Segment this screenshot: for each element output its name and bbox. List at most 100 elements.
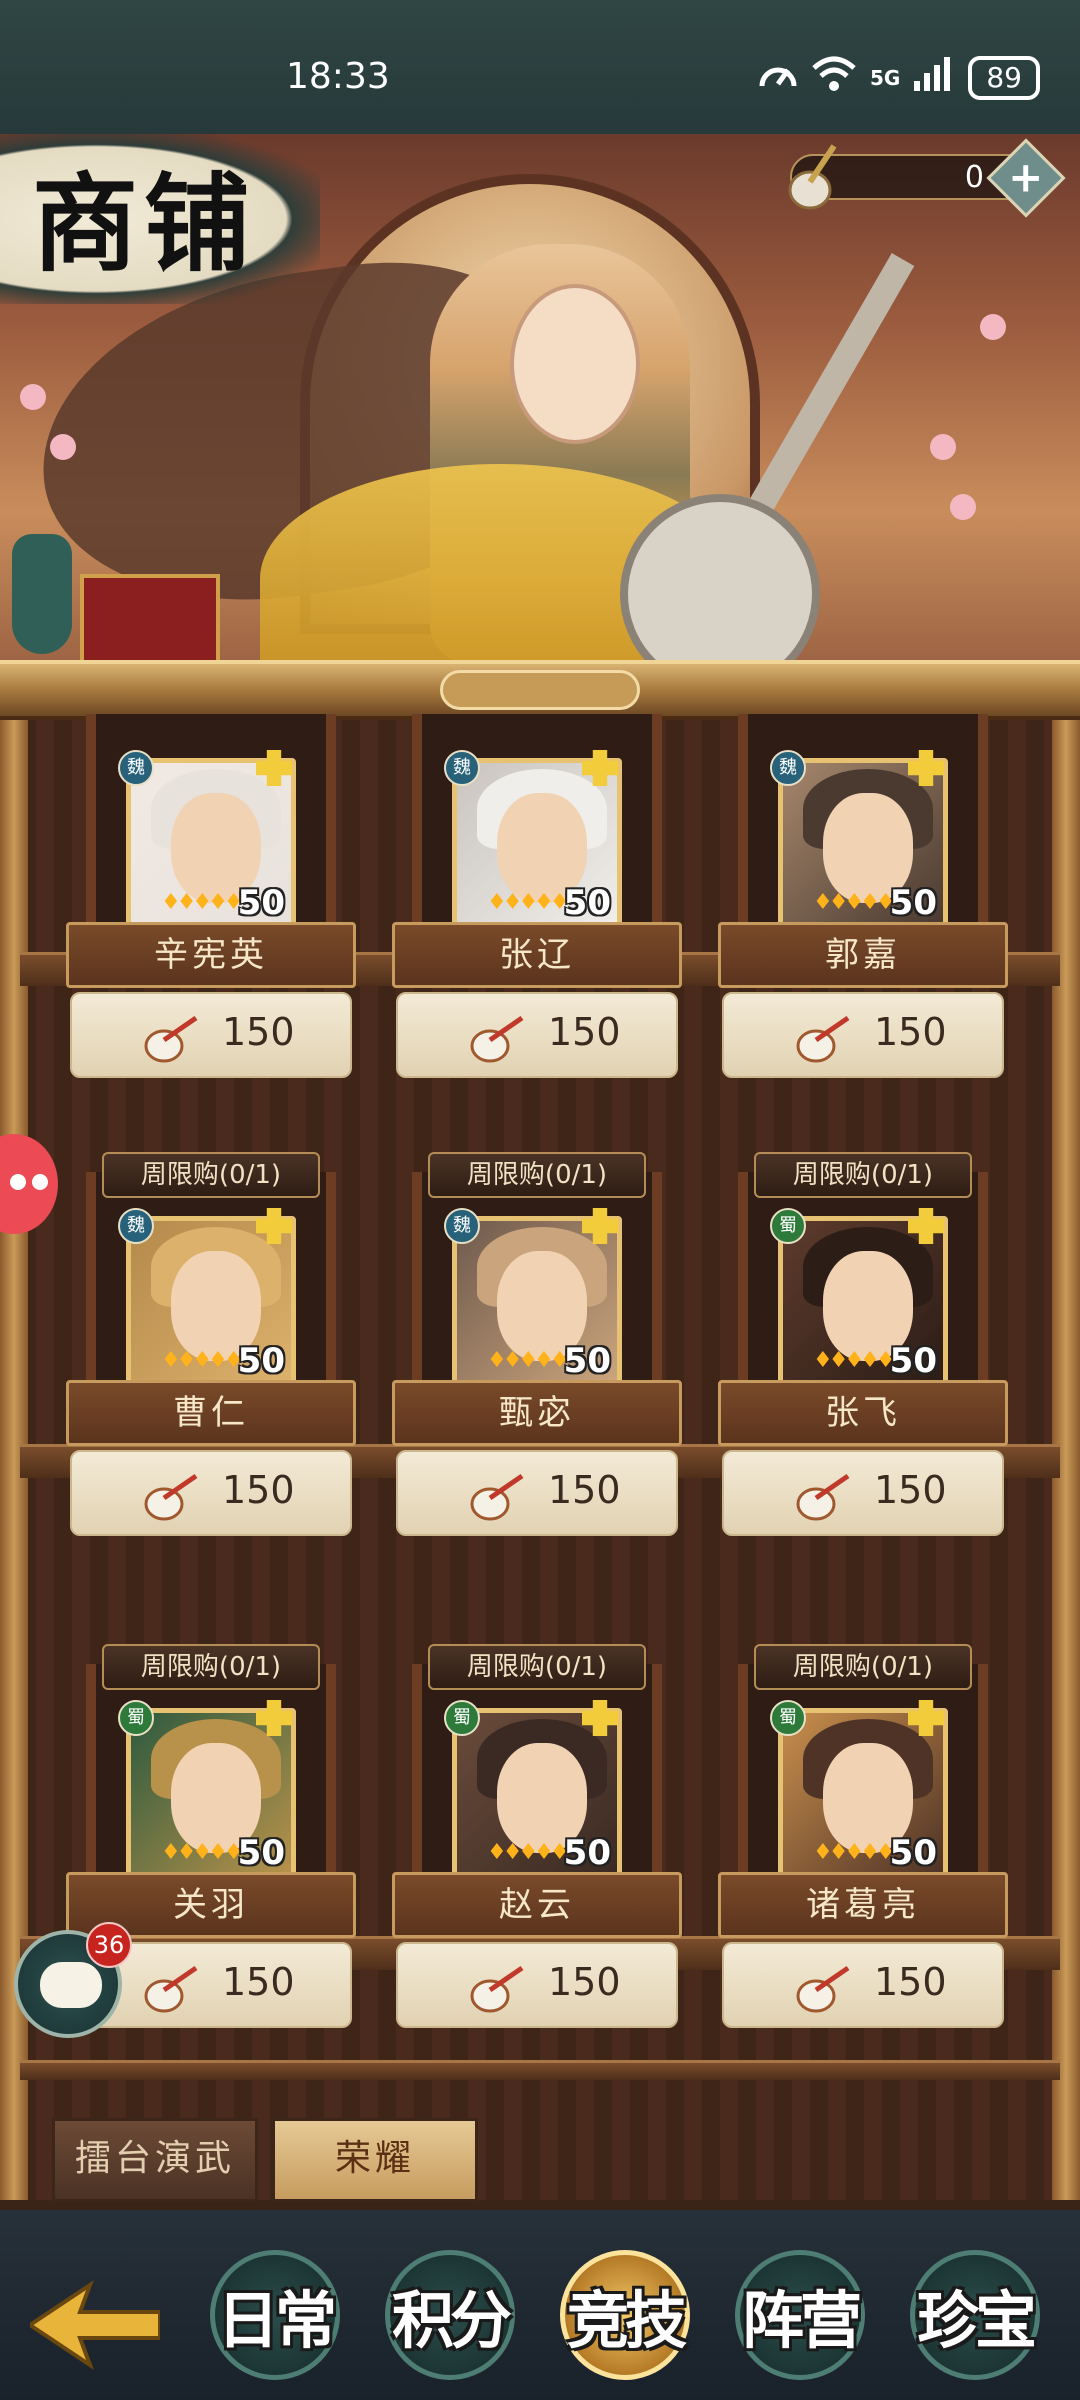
hero-name: 郭嘉 [718,922,1008,988]
price-button[interactable]: 150 [722,1942,1004,2028]
price-value: 150 [874,1010,947,1054]
shop-item-card[interactable]: ♦♦♦♦♦ 50 魏郭嘉 150 [718,694,1008,1078]
wifi-icon [812,56,856,100]
price-button[interactable]: 150 [70,1450,352,1536]
blossom [50,434,76,460]
star-rating-icon: ♦♦♦♦♦ [813,890,896,915]
price-value: 150 [874,1468,947,1512]
star-rating-icon: ♦♦♦♦♦ [487,1348,570,1373]
network-label: 5G [870,66,901,90]
shop-item-card[interactable]: 周限购(0/1) ♦♦♦♦♦ 50 魏曹仁 150 [66,1152,356,1536]
nav-arena[interactable]: 竞技 [540,2240,710,2390]
nav-daily[interactable]: 日常 [190,2240,360,2390]
weekly-limit-tag: 周限购(0/1) [428,1152,646,1198]
weekly-limit-tag: 周限购(0/1) [102,1644,320,1690]
hero-name: 诸葛亮 [718,1872,1008,1938]
nav-points-label: 积分 [391,2284,512,2357]
nav-faction[interactable]: 阵营 [715,2240,885,2390]
price-value: 150 [548,1010,621,1054]
price-button[interactable]: 150 [722,1450,1004,1536]
faction-badge: 魏 [444,750,480,786]
pipa-currency-icon [796,1965,850,2013]
currency-value: 0 [964,160,984,195]
price-value: 150 [222,1960,295,2004]
weekly-limit-tag: 周限购(0/1) [428,1644,646,1690]
assistant-eye [32,1174,48,1190]
star-rating-icon: ♦♦♦♦♦ [487,1840,570,1865]
hero-level: 50 [563,1341,611,1381]
shop-item-card[interactable]: 周限购(0/1) ♦♦♦♦♦ 50 魏甄宓 150 [392,1152,682,1536]
weekly-limit-tag: 周限购(0/1) [102,1152,320,1198]
pipa-currency-icon [470,1473,524,1521]
price-button[interactable]: 150 [396,992,678,1078]
banner-pipa [620,494,820,674]
nav-faction-label: 阵营 [741,2284,862,2357]
price-value: 150 [548,1468,621,1512]
blossom [20,384,46,410]
page-title: 商铺 [32,161,256,286]
pipa-currency-icon [144,1473,198,1521]
faction-badge: 魏 [770,750,806,786]
hero-level: 50 [563,883,611,923]
currency-display: 0 + [788,138,1066,218]
faction-badge: 蜀 [770,1700,806,1736]
back-arrow-icon [26,2279,162,2371]
nav-treasure[interactable]: 珍宝 [890,2240,1060,2390]
star-rating-icon: ♦♦♦♦♦ [161,890,244,915]
star-rating-icon: ♦♦♦♦♦ [813,1840,896,1865]
nav-points[interactable]: 积分 [365,2240,535,2390]
tab-glory[interactable]: 荣耀 [272,2118,478,2202]
faction-badge: 魏 [118,750,154,786]
hero-name: 甄宓 [392,1380,682,1446]
nav-arena-label: 竞技 [566,2284,687,2357]
pipa-currency-icon [470,1015,524,1063]
banner-character-face [510,284,640,444]
price-button[interactable]: 150 [396,1942,678,2028]
hero-level: 50 [889,1341,937,1381]
price-value: 150 [548,1960,621,2004]
hero-name: 辛宪英 [66,922,356,988]
hero-level: 50 [889,883,937,923]
banner-chest [80,574,220,664]
hero-name: 张辽 [392,922,682,988]
tab-arena-martial[interactable]: 擂台演武 [52,2118,258,2202]
pipa-currency-icon [144,1965,198,2013]
price-button[interactable]: 150 [70,992,352,1078]
price-button[interactable]: 150 [396,1450,678,1536]
shop-item-card[interactable]: 周限购(0/1) ♦♦♦♦♦ 50 蜀诸葛亮 150 [718,1644,1008,2028]
faction-badge: 蜀 [444,1700,480,1736]
blossom [930,434,956,460]
chat-unread-badge: 36 [86,1922,132,1968]
hero-level: 50 [563,1833,611,1873]
shop-item-card[interactable]: ♦♦♦♦♦ 50 魏张辽 150 [392,694,682,1078]
faction-badge: 蜀 [770,1208,806,1244]
nav-treasure-label: 珍宝 [916,2284,1037,2357]
pipa-currency-icon [796,1015,850,1063]
star-rating-icon: ♦♦♦♦♦ [161,1840,244,1865]
chat-bubble-icon [40,1962,102,2008]
hero-name: 张飞 [718,1380,1008,1446]
speed-icon [758,56,798,100]
faction-badge: 魏 [118,1208,154,1244]
price-button[interactable]: 150 [722,992,1004,1078]
signal-icon [914,57,954,99]
hero-name: 曹仁 [66,1380,356,1446]
star-rating-icon: ♦♦♦♦♦ [487,890,570,915]
shop-item-card[interactable]: ♦♦♦♦♦ 50 魏辛宪英 150 [66,694,356,1078]
star-rating-icon: ♦♦♦♦♦ [161,1348,244,1373]
shop-item-card[interactable]: 周限购(0/1) ♦♦♦♦♦ 50 蜀张飞 150 [718,1152,1008,1536]
plus-icon: + [1008,152,1044,202]
pipa-currency-icon [796,1473,850,1521]
bottom-nav: 日常 积分 竞技 阵营 珍宝 [0,2210,1080,2400]
assistant-eye [10,1174,26,1190]
hero-level: 50 [237,1833,285,1873]
status-time: 18:33 [286,56,390,97]
status-bar: 18:33 5G 89 [0,0,1080,134]
shop-sub-tabs: 擂台演武 荣耀 [20,2100,1060,2210]
shop-item-card[interactable]: 周限购(0/1) ♦♦♦♦♦ 50 蜀赵云 150 [392,1644,682,2028]
pipa-currency-icon [788,144,837,210]
price-value: 150 [874,1960,947,2004]
hero-level: 50 [237,883,285,923]
blossom [980,314,1006,340]
back-button[interactable] [26,2279,162,2371]
